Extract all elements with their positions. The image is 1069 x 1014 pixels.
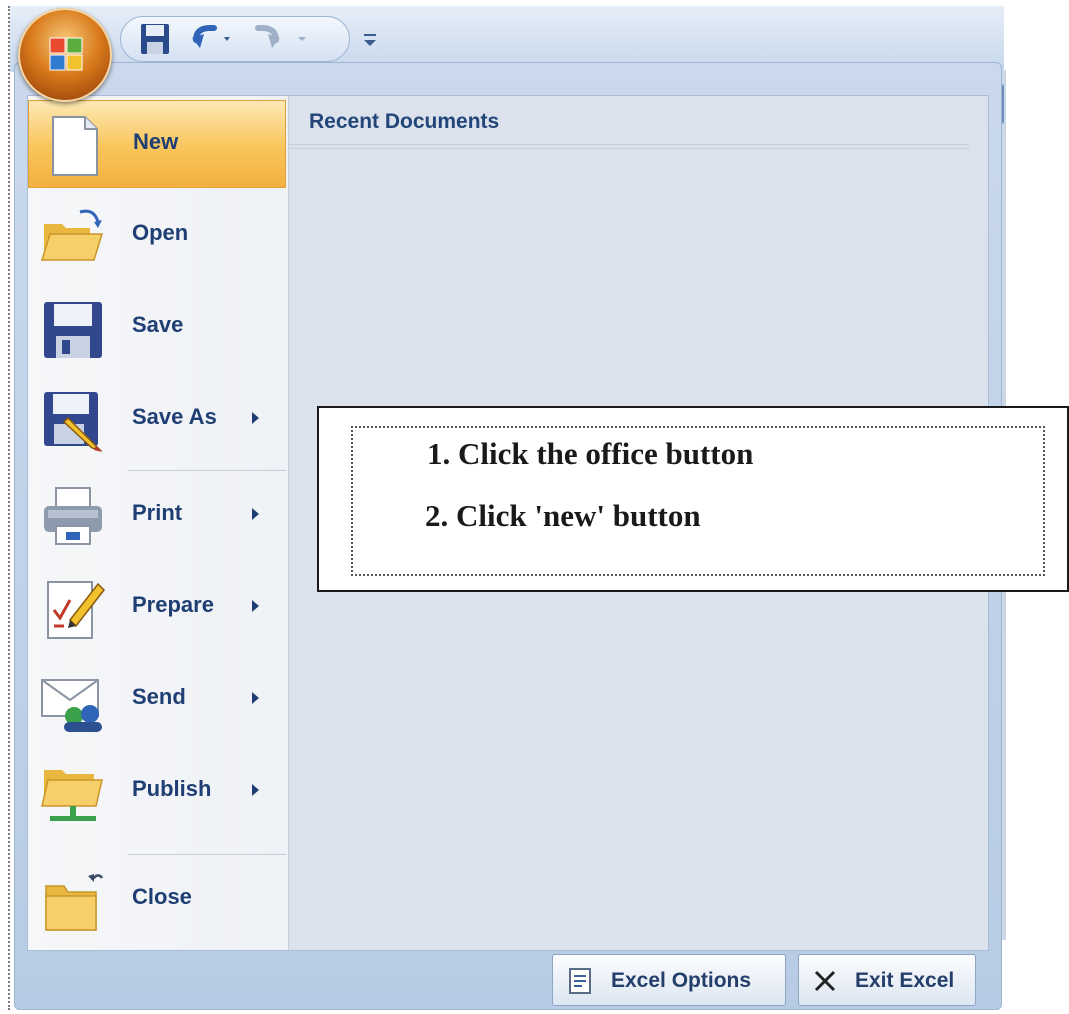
save-icon[interactable]	[138, 20, 172, 58]
open-folder-icon	[40, 209, 104, 261]
menu-item-label: Publish	[132, 776, 212, 801]
menu-item-label: Open	[132, 220, 189, 245]
exit-excel-label: Exit Excel	[855, 969, 955, 992]
menu-item-publish[interactable]: Publish	[28, 748, 286, 836]
menu-item-send[interactable]: Send	[28, 656, 286, 744]
menu-item-label: Print	[132, 500, 183, 525]
publish-icon	[41, 770, 103, 821]
close-icon	[814, 970, 836, 992]
undo-icon[interactable]	[188, 20, 240, 58]
menu-divider	[128, 854, 286, 855]
menu-commands-pane: New Open Save Save As Print Prepare Send…	[28, 96, 288, 950]
menu-item-label: Prepare	[132, 592, 214, 617]
menu-item-label: New	[133, 129, 179, 154]
submenu-arrow-icon	[252, 600, 259, 612]
instruction-step-1: 1. Click the office button	[427, 436, 754, 471]
save-disk-icon	[44, 302, 102, 358]
menu-item-save[interactable]: Save	[28, 284, 286, 372]
redo-icon[interactable]	[250, 20, 320, 58]
close-folder-icon	[45, 874, 104, 931]
menu-item-label: Send	[132, 684, 186, 709]
new-document-icon	[52, 116, 98, 176]
recent-documents-divider	[289, 144, 969, 145]
menu-item-new[interactable]: New	[28, 100, 286, 188]
recent-documents-divider	[289, 148, 969, 149]
submenu-arrow-icon	[252, 784, 259, 796]
menu-item-prepare[interactable]: Prepare	[28, 564, 286, 652]
excel-options-label: Excel Options	[611, 969, 752, 992]
submenu-arrow-icon	[252, 412, 259, 424]
excel-options-button[interactable]: Excel Options	[552, 954, 786, 1006]
printer-icon	[44, 487, 102, 545]
customize-toolbar-icon[interactable]	[358, 20, 382, 58]
instruction-step-2: 2. Click 'new' button	[425, 498, 701, 533]
menu-item-label: Save	[132, 312, 184, 337]
office-logo-icon	[49, 37, 83, 71]
instruction-callout: 1. Click the office button 2. Click 'new…	[317, 406, 1069, 592]
menu-item-save-as[interactable]: Save As	[28, 376, 286, 464]
prepare-icon	[47, 581, 105, 639]
menu-item-print[interactable]: Print	[28, 472, 286, 560]
office-button[interactable]	[18, 8, 112, 102]
send-icon	[41, 679, 102, 732]
menu-divider	[128, 470, 286, 471]
submenu-arrow-icon	[252, 692, 259, 704]
menu-item-label: Save As	[132, 404, 217, 429]
menu-item-label: Close	[132, 884, 192, 909]
exit-excel-button[interactable]: Exit Excel	[798, 954, 976, 1006]
options-icon	[569, 968, 591, 994]
recent-documents-title: Recent Documents	[309, 110, 500, 133]
menu-item-open[interactable]: Open	[28, 192, 286, 280]
menu-item-close[interactable]: Close	[28, 856, 286, 944]
save-as-icon	[44, 392, 103, 452]
submenu-arrow-icon	[252, 508, 259, 520]
